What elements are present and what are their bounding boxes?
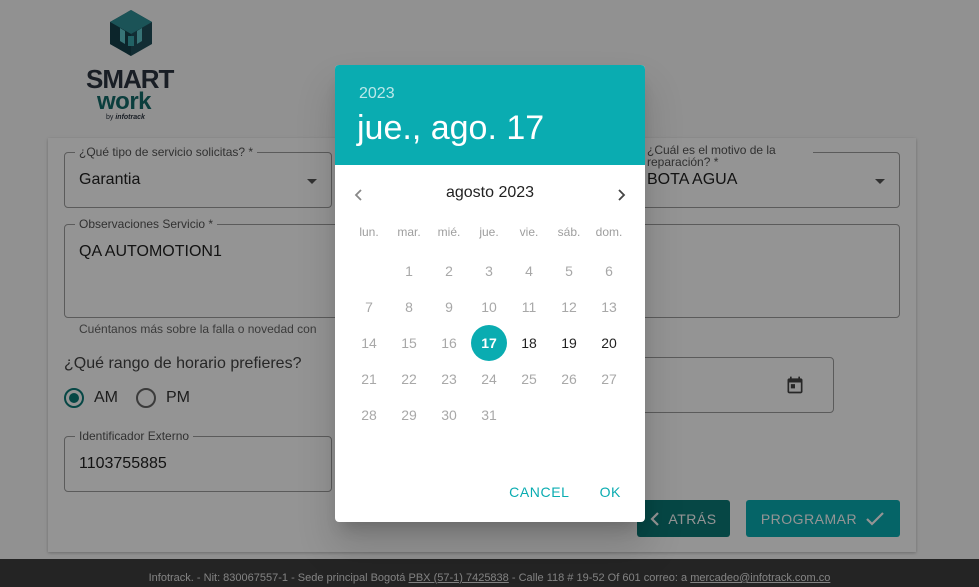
datepicker-header: 2023 jue., ago. 17: [335, 65, 645, 165]
calendar-day[interactable]: 20: [589, 325, 629, 361]
calendar-day: 31: [469, 397, 509, 433]
calendar-day-number: 29: [401, 407, 417, 423]
calendar-day-number: 11: [521, 299, 537, 315]
calendar-day: 26: [549, 361, 589, 397]
cancel-button[interactable]: CANCEL: [501, 478, 577, 506]
calendar-day-number: 14: [361, 335, 377, 351]
calendar-day: 25: [509, 361, 549, 397]
calendar-week-row: 14 15 16 17 18 19 20: [349, 325, 629, 361]
calendar-day: 4: [509, 253, 549, 289]
weekday-label: mar.: [397, 225, 421, 239]
calendar-week-row: 1 2 3 4 5 6: [349, 253, 629, 289]
calendar-day-number: 15: [401, 335, 417, 351]
datepicker-dialog: 2023 jue., ago. 17 agosto 2023 lun. mar.…: [335, 65, 645, 522]
calendar-day: 22: [389, 361, 429, 397]
calendar-day-number: 21: [361, 371, 377, 387]
calendar-day-number: 13: [601, 299, 617, 315]
calendar-day-number: 28: [361, 407, 377, 423]
calendar-day: 21: [349, 361, 389, 397]
calendar-day-number: 10: [481, 299, 497, 315]
calendar-day: 30: [429, 397, 469, 433]
ok-button[interactable]: OK: [592, 478, 629, 506]
calendar-day-number: 5: [565, 263, 573, 279]
calendar-day: 10: [469, 289, 509, 325]
calendar-day-number: 25: [521, 371, 537, 387]
calendar-day-number: 12: [561, 299, 577, 315]
calendar-day: 27: [589, 361, 629, 397]
calendar-day-number: 18: [521, 335, 537, 351]
calendar-empty-cell: [549, 397, 589, 433]
calendar-day-number: 17: [471, 325, 507, 361]
weekday-label: lun.: [359, 225, 379, 239]
calendar-day: 7: [349, 289, 389, 325]
calendar-day: 12: [549, 289, 589, 325]
weekday-label: jue.: [479, 225, 499, 239]
datepicker-year[interactable]: 2023: [359, 85, 395, 103]
weekday-label: vie.: [519, 225, 539, 239]
calendar-day-number: 7: [365, 299, 373, 315]
chevron-right-icon: [618, 189, 626, 201]
calendar-week-row: 28 29 30 31: [349, 397, 629, 433]
calendar-day-grid: 1 2 3 4 5 6 7 8 9 10 11 12 13 14 15 16 17 18 19 20 21 22 23 24 2…: [349, 253, 629, 433]
calendar-empty-cell: [349, 253, 389, 289]
weekday-label: mié.: [437, 225, 461, 239]
calendar-day: 8: [389, 289, 429, 325]
calendar-day[interactable]: 19: [549, 325, 589, 361]
calendar-day-number: 23: [441, 371, 457, 387]
calendar-day-number: 1: [405, 263, 413, 279]
calendar-day-number: 8: [405, 299, 413, 315]
calendar-day-selected[interactable]: 17: [469, 325, 509, 361]
calendar-day-number: 26: [561, 371, 577, 387]
calendar-day-number: 19: [561, 335, 577, 351]
calendar-day[interactable]: 18: [509, 325, 549, 361]
weekday-label: sáb.: [557, 225, 581, 239]
calendar-day-number: 3: [485, 263, 493, 279]
calendar-day: 14: [349, 325, 389, 361]
calendar-day: 29: [389, 397, 429, 433]
calendar-day-number: 30: [441, 407, 457, 423]
month-year-label: agosto 2023: [445, 184, 535, 201]
calendar-day: 11: [509, 289, 549, 325]
calendar-week-row: 7 8 9 10 11 12 13: [349, 289, 629, 325]
calendar-day: 16: [429, 325, 469, 361]
calendar-empty-cell: [509, 397, 549, 433]
calendar-day: 13: [589, 289, 629, 325]
calendar-day: 15: [389, 325, 429, 361]
calendar-day-number: 20: [601, 335, 617, 351]
calendar-day: 1: [389, 253, 429, 289]
calendar-day: 5: [549, 253, 589, 289]
calendar-day: 23: [429, 361, 469, 397]
calendar-day-number: 27: [601, 371, 617, 387]
calendar-day: 6: [589, 253, 629, 289]
calendar-day-number: 6: [605, 263, 613, 279]
calendar-empty-cell: [589, 397, 629, 433]
calendar-day-number: 22: [401, 371, 417, 387]
calendar-day-number: 4: [525, 263, 533, 279]
calendar-day-number: 24: [481, 371, 497, 387]
datepicker-selected-date: jue., ago. 17: [357, 109, 545, 147]
calendar-day: 28: [349, 397, 389, 433]
calendar-day: 9: [429, 289, 469, 325]
calendar-day-number: 31: [481, 407, 497, 423]
calendar-week-row: 21 22 23 24 25 26 27: [349, 361, 629, 397]
weekday-label: dom.: [595, 225, 623, 239]
calendar-day-number: 16: [441, 335, 457, 351]
next-month-button[interactable]: [609, 183, 633, 207]
calendar-day-number: 2: [445, 263, 453, 279]
datepicker-actions: CANCEL OK: [501, 478, 629, 506]
weekday-header: lun. mar. mié. jue. vie. sáb. dom.: [349, 225, 629, 239]
calendar-day-number: 9: [445, 299, 453, 315]
calendar-day: 24: [469, 361, 509, 397]
calendar-day: 2: [429, 253, 469, 289]
calendar-day: 3: [469, 253, 509, 289]
